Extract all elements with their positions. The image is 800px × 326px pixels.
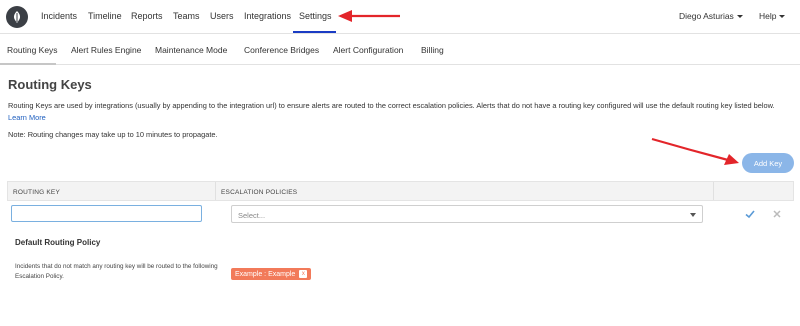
routing-key-input[interactable] xyxy=(11,205,202,222)
help-menu[interactable]: Help xyxy=(759,11,786,21)
column-header-routing-key: ROUTING KEY xyxy=(13,189,60,196)
add-key-button[interactable]: Add Key xyxy=(742,153,794,173)
policy-badge-label: Example : Example xyxy=(235,270,296,278)
page-title: Routing Keys xyxy=(8,77,92,92)
nav-incidents[interactable]: Incidents xyxy=(41,11,77,21)
settings-subnav: Routing Keys Alert Rules Engine Maintena… xyxy=(0,34,800,65)
nav-integrations[interactable]: Integrations xyxy=(244,11,291,21)
tab-billing[interactable]: Billing xyxy=(421,45,444,55)
nav-reports[interactable]: Reports xyxy=(131,11,163,21)
propagation-note: Note: Routing changes may take up to 10 … xyxy=(8,130,218,139)
column-header-escalation-policies: ESCALATION POLICIES xyxy=(221,189,298,196)
tab-conference-bridges[interactable]: Conference Bridges xyxy=(244,45,319,55)
subnav-active-indicator xyxy=(0,63,56,65)
default-policy-title: Default Routing Policy xyxy=(15,238,101,247)
logo-icon[interactable] xyxy=(6,6,28,28)
annotation-arrow-add-key xyxy=(651,137,739,165)
tab-alert-rules-engine[interactable]: Alert Rules Engine xyxy=(71,45,141,55)
chevron-down-icon xyxy=(690,213,696,217)
select-placeholder: Select... xyxy=(238,211,266,220)
learn-more-link[interactable]: Learn More xyxy=(8,113,46,122)
remove-icon[interactable]: x xyxy=(299,270,308,278)
close-icon[interactable] xyxy=(771,208,783,220)
nav-users[interactable]: Users xyxy=(210,11,234,21)
default-policy-badge[interactable]: Example : Example x xyxy=(231,268,312,280)
tab-alert-configuration[interactable]: Alert Configuration xyxy=(333,45,403,55)
description-text: Routing Keys are used by integrations (u… xyxy=(8,101,775,110)
routing-table-header: ROUTING KEY ESCALATION POLICIES xyxy=(7,181,794,201)
column-divider xyxy=(713,182,714,200)
user-name: Diego Asturias xyxy=(679,11,734,21)
escalation-policy-select[interactable]: Select... xyxy=(231,205,703,223)
nav-teams[interactable]: Teams xyxy=(173,11,200,21)
help-label: Help xyxy=(759,11,777,21)
nav-settings[interactable]: Settings xyxy=(299,11,332,21)
page-description: Routing Keys are used by integrations (u… xyxy=(8,100,793,124)
default-policy-description: Incidents that do not match any routing … xyxy=(15,263,218,280)
chevron-down-icon xyxy=(779,15,786,19)
column-divider xyxy=(215,182,216,200)
checkmark-icon[interactable] xyxy=(744,208,756,220)
nav-active-indicator xyxy=(293,31,336,33)
user-menu[interactable]: Diego Asturias xyxy=(679,11,743,21)
chevron-down-icon xyxy=(736,15,743,19)
tab-maintenance-mode[interactable]: Maintenance Mode xyxy=(155,45,227,55)
nav-timeline[interactable]: Timeline xyxy=(88,11,122,21)
tab-routing-keys[interactable]: Routing Keys xyxy=(7,45,58,55)
top-navigation: Incidents Timeline Reports Teams Users I… xyxy=(0,0,800,34)
